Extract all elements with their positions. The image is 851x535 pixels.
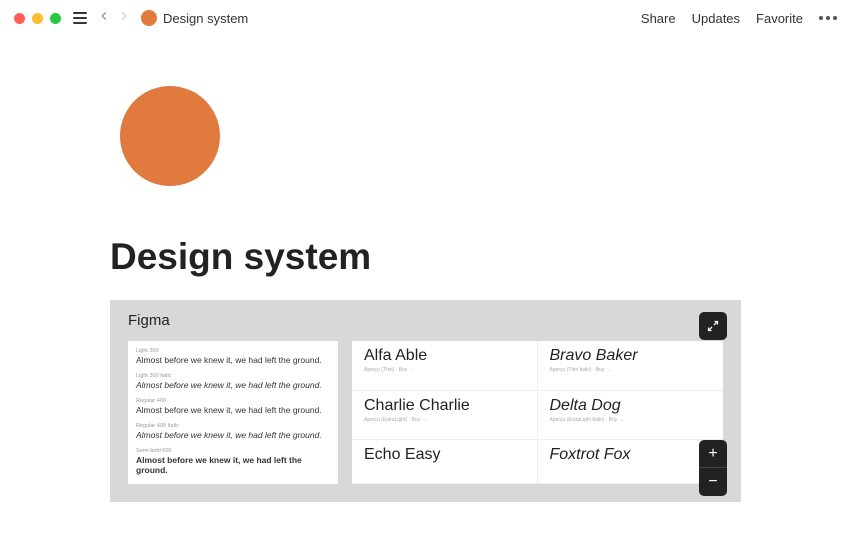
type-sample-row: Regular 400 ItalicAlmost before we knew …: [136, 420, 330, 445]
expand-button[interactable]: [699, 312, 727, 340]
type-sample-text: Almost before we knew it, we had left th…: [136, 405, 330, 415]
topbar: Design system Share Updates Favorite: [0, 0, 851, 36]
type-specimen-name: Alfa Able: [364, 347, 525, 365]
topbar-actions: Share Updates Favorite: [641, 11, 837, 26]
type-specimen-meta: Aperçu (ExtraLight Italic) · Buy →: [550, 417, 712, 423]
type-specimen-cell: Delta Dog Aperçu (ExtraLight Italic) · Bu…: [538, 391, 724, 441]
type-sample-text: Almost before we knew it, we had left th…: [136, 355, 330, 365]
forward-button[interactable]: [117, 9, 131, 27]
favorite-button[interactable]: Favorite: [756, 11, 803, 26]
type-samples-panel: Light 300Almost before we knew it, we ha…: [128, 341, 338, 484]
zoom-in-button[interactable]: +: [699, 440, 727, 468]
updates-button[interactable]: Updates: [692, 11, 740, 26]
back-button[interactable]: [97, 9, 111, 27]
type-specimen-name: Bravo Baker: [550, 347, 712, 365]
page-title[interactable]: Design system: [110, 236, 741, 278]
type-specimen-meta: Aperçu (ExtraLight) · Buy →: [364, 417, 525, 423]
figma-canvas[interactable]: Light 300Almost before we knew it, we ha…: [128, 341, 723, 484]
zoom-out-button[interactable]: −: [699, 468, 727, 496]
figma-embed-label: Figma: [128, 312, 723, 329]
type-specimen-name: Delta Dog: [550, 397, 712, 415]
type-specimens-grid: Alfa Able Aperçu (Thin) · Buy → Bravo Bake…: [352, 341, 723, 484]
menu-icon[interactable]: [73, 12, 87, 24]
maximize-window-button[interactable]: [50, 13, 61, 24]
type-sample-label: Semi-bold 600: [136, 448, 330, 454]
type-specimen-meta: Aperçu (Thin Italic) · Buy →: [550, 367, 712, 373]
page-icon-small: [141, 10, 157, 26]
zoom-controls: + −: [699, 440, 727, 496]
nav-arrows: [97, 9, 131, 27]
page-content: Design system Figma Light 300Almost befo…: [0, 36, 851, 502]
type-sample-row: Light 300 ItalicAlmost before we knew it…: [136, 370, 330, 395]
type-sample-text: Almost before we knew it, we had left th…: [136, 430, 330, 440]
window-controls: [14, 13, 61, 24]
type-specimen-meta: Aperçu (Thin) · Buy →: [364, 367, 525, 373]
type-specimen-cell: Echo Easy: [352, 440, 538, 484]
type-specimen-name: Echo Easy: [364, 446, 525, 464]
type-sample-label: Regular 400 Italic: [136, 423, 330, 429]
type-specimen-cell: Bravo Baker Aperçu (Thin Italic) · Buy →: [538, 341, 724, 391]
more-menu-icon[interactable]: [819, 16, 837, 20]
type-specimen-cell: Foxtrot Fox: [538, 440, 724, 484]
breadcrumb-title[interactable]: Design system: [163, 11, 248, 26]
type-specimen-cell: Alfa Able Aperçu (Thin) · Buy →: [352, 341, 538, 391]
type-sample-label: Light 300: [136, 348, 330, 354]
minimize-window-button[interactable]: [32, 13, 43, 24]
figma-embed: Figma Light 300Almost before we knew it,…: [110, 300, 741, 502]
close-window-button[interactable]: [14, 13, 25, 24]
type-sample-text: Almost before we knew it, we had left th…: [136, 380, 330, 390]
type-specimen-cell: Charlie Charlie Aperçu (ExtraLight) · Buy…: [352, 391, 538, 441]
type-sample-label: Light 300 Italic: [136, 373, 330, 379]
type-sample-row: Regular 400Almost before we knew it, we …: [136, 395, 330, 420]
page-icon-large[interactable]: [120, 86, 220, 186]
type-specimen-name: Charlie Charlie: [364, 397, 525, 415]
type-sample-label: Regular 400: [136, 398, 330, 404]
type-sample-row: Light 300Almost before we knew it, we ha…: [136, 345, 330, 370]
type-sample-text: Almost before we knew it, we had left th…: [136, 455, 330, 475]
type-specimen-name: Foxtrot Fox: [550, 446, 712, 464]
share-button[interactable]: Share: [641, 11, 676, 26]
type-sample-row: Semi-bold 600Almost before we knew it, w…: [136, 445, 330, 480]
